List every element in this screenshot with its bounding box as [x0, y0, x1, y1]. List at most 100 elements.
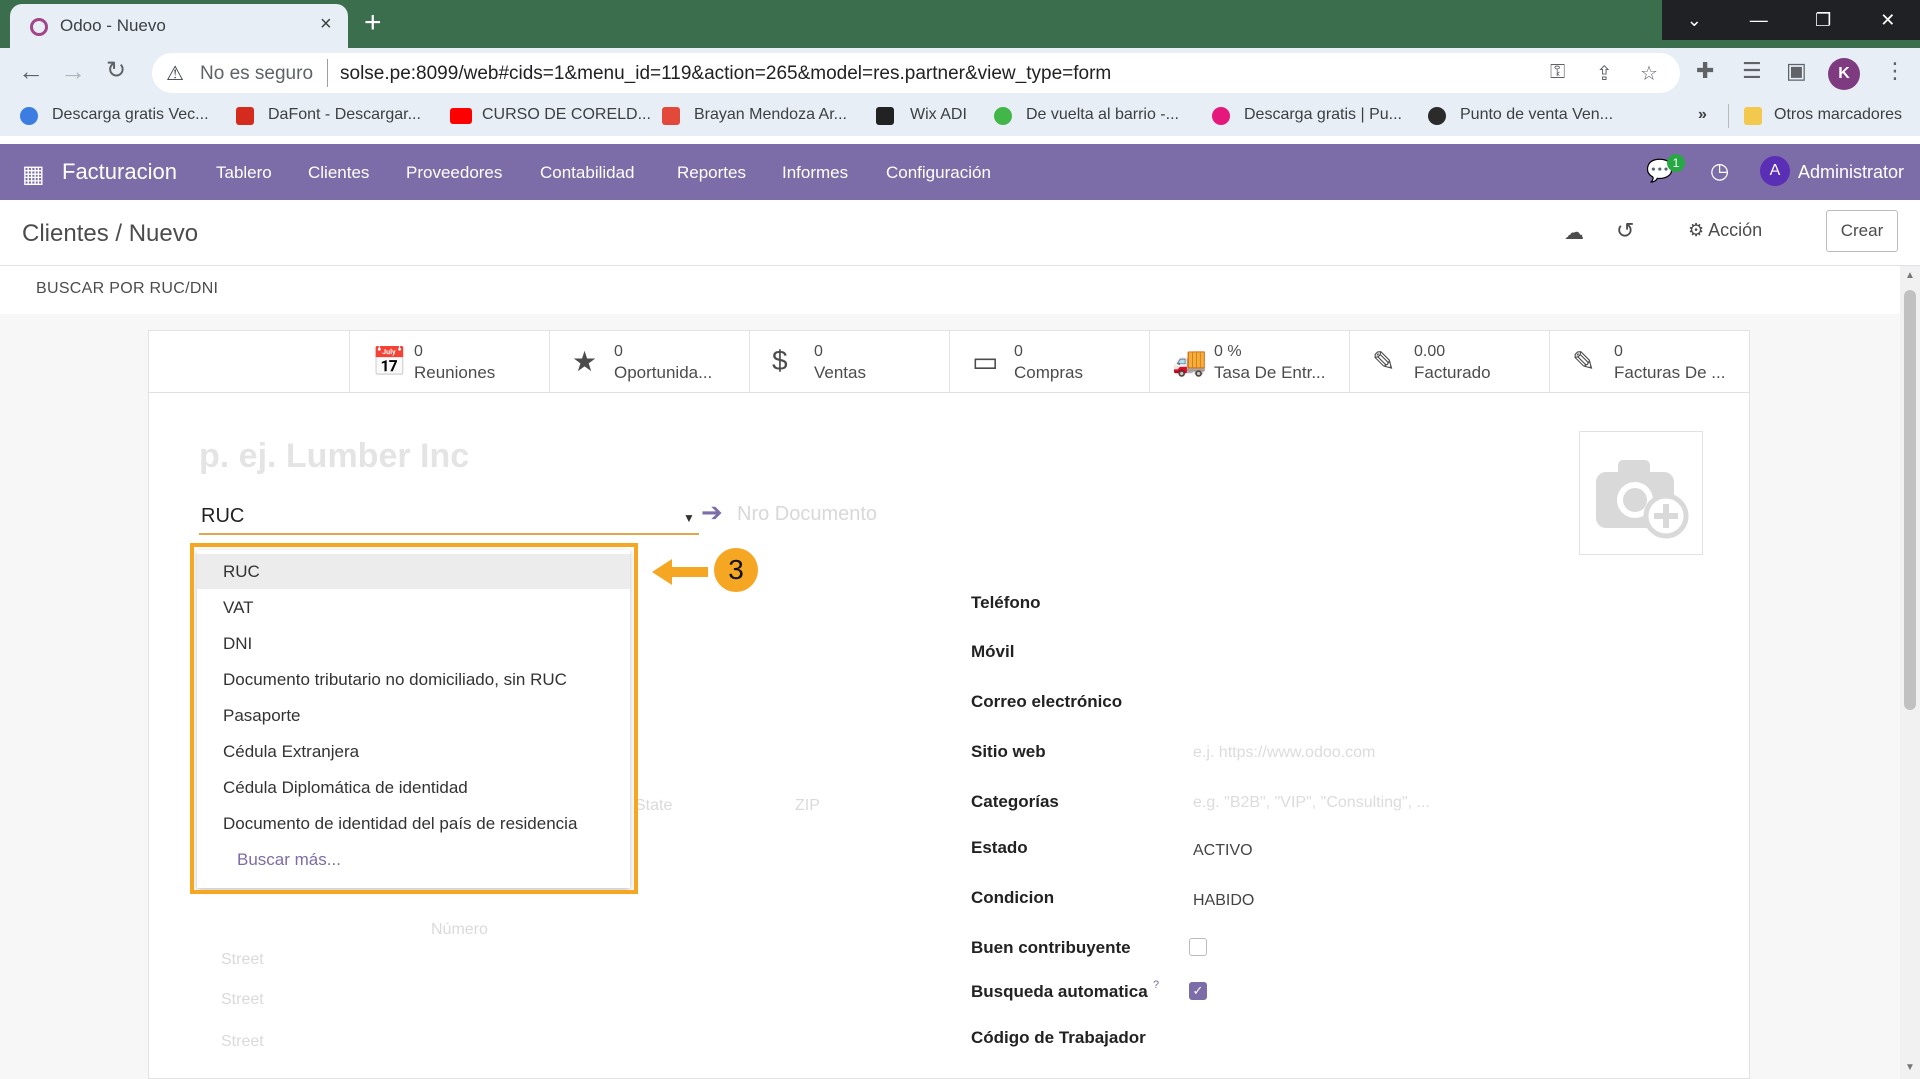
- discard-icon[interactable]: ↺: [1616, 218, 1634, 244]
- bookmark-favicon-icon: [20, 107, 38, 125]
- edit-icon: ✎: [1572, 346, 1596, 377]
- tab-close-icon[interactable]: ×: [320, 13, 332, 36]
- odoo-favicon-icon: [30, 18, 48, 36]
- bookmark-item[interactable]: Punto de venta Ven...: [1460, 106, 1613, 124]
- caret-down-icon[interactable]: ▼: [683, 511, 695, 525]
- document-type-select[interactable]: RUC ▼: [199, 501, 699, 535]
- menu-configuracion[interactable]: Configuración: [886, 163, 991, 183]
- numero-input[interactable]: Número: [431, 921, 488, 939]
- smart-value: 0: [1614, 343, 1623, 360]
- partner-image-upload[interactable]: [1579, 431, 1703, 555]
- bookmark-item[interactable]: CURSO DE CORELD...: [482, 106, 651, 124]
- forward-icon[interactable]: →: [60, 56, 86, 87]
- smart-label: Oportunida...: [614, 363, 713, 382]
- bookmark-item[interactable]: De vuelta al barrio -...: [1026, 106, 1179, 124]
- breadcrumb[interactable]: Clientes / Nuevo: [22, 220, 198, 248]
- new-tab-button[interactable]: +: [364, 6, 382, 40]
- wix-icon: [876, 107, 894, 125]
- restore-icon[interactable]: ❐: [1791, 0, 1856, 40]
- menu-tablero[interactable]: Tablero: [216, 163, 272, 183]
- smart-button-oportunidades[interactable]: ★ 0 Oportunida...: [549, 331, 749, 393]
- estado-label: Estado: [971, 838, 1028, 857]
- share-icon[interactable]: ⇪: [1596, 61, 1613, 86]
- bookmark-item[interactable]: Descarga gratis | Pu...: [1244, 106, 1402, 124]
- menu-proveedores[interactable]: Proveedores: [406, 163, 502, 183]
- bookmark-favicon-icon: [1428, 107, 1446, 125]
- key-icon[interactable]: ⚿: [1550, 61, 1565, 84]
- back-icon[interactable]: ←: [18, 56, 44, 87]
- smart-spacer: [149, 331, 349, 393]
- profile-avatar[interactable]: K: [1828, 58, 1860, 90]
- bookmark-item[interactable]: Wix ADI: [910, 106, 967, 124]
- action-button[interactable]: ⚙ Acción: [1688, 220, 1762, 241]
- close-window-icon[interactable]: ✕: [1856, 0, 1920, 40]
- form-statusbar: BUSCAR POR RUC/DNI: [0, 266, 1900, 314]
- address-bar[interactable]: ⚠ No es seguro solse.pe:8099/web#cids=1&…: [152, 53, 1680, 93]
- activity-clock-icon[interactable]: ◷: [1710, 158, 1729, 184]
- user-name[interactable]: Administrator: [1798, 162, 1904, 183]
- smart-label: Ventas: [814, 363, 866, 382]
- smart-button-tasa-entrega[interactable]: 🚚 0 % Tasa De Entr...: [1149, 331, 1349, 393]
- save-cloud-icon[interactable]: ☁: [1564, 220, 1584, 245]
- scroll-down-icon[interactable]: ▼: [1905, 1062, 1915, 1073]
- document-number-input[interactable]: Nro Documento: [737, 503, 877, 526]
- bookmark-favicon-icon: [236, 107, 254, 125]
- chat-badge: 1: [1667, 154, 1685, 172]
- smart-button-facturas[interactable]: ✎ 0 Facturas De ...: [1549, 331, 1749, 393]
- busqueda-automatica-checkbox[interactable]: ✓: [1189, 982, 1207, 1000]
- street-input[interactable]: Street: [221, 951, 264, 969]
- menu-clientes[interactable]: Clientes: [308, 163, 369, 183]
- smart-button-reuniones[interactable]: 📅 0 Reuniones: [349, 331, 549, 393]
- partner-name-input[interactable]: p. ej. Lumber Inc: [199, 437, 469, 476]
- camera-plus-icon: [1596, 460, 1689, 539]
- scroll-thumb[interactable]: [1904, 290, 1916, 710]
- busqueda-automatica-label: Busqueda automatica: [971, 982, 1148, 1001]
- app-brand[interactable]: Facturacion: [62, 159, 177, 185]
- reading-list-icon[interactable]: ☰: [1742, 58, 1762, 84]
- page-scrollbar[interactable]: ▲ ▼: [1900, 266, 1920, 1079]
- star-icon[interactable]: ☆: [1640, 61, 1658, 86]
- help-tooltip-icon[interactable]: ?: [1153, 979, 1159, 991]
- menu-reportes[interactable]: Reportes: [677, 163, 746, 183]
- scroll-up-icon[interactable]: ▲: [1905, 270, 1915, 281]
- categorias-input[interactable]: e.g. "B2B", "VIP", "Consulting", ...: [1193, 794, 1430, 812]
- window-controls: ⌄ — ❐ ✕: [1662, 0, 1920, 40]
- correo-label: Correo electrónico: [971, 692, 1123, 711]
- menu-contabilidad[interactable]: Contabilidad: [540, 163, 635, 183]
- smart-button-compras[interactable]: ▭ 0 Compras: [949, 331, 1149, 393]
- not-secure-label[interactable]: No es seguro: [200, 63, 313, 85]
- smart-button-ventas[interactable]: $ 0 Ventas: [749, 331, 949, 393]
- street3-input[interactable]: Street: [221, 1033, 264, 1051]
- bookmark-item[interactable]: Brayan Mendoza Ar...: [694, 106, 847, 124]
- minimize-icon[interactable]: —: [1727, 0, 1792, 40]
- search-ruc-button[interactable]: BUSCAR POR RUC/DNI: [36, 280, 218, 298]
- smart-button-facturado[interactable]: ✎ 0.00 Facturado: [1349, 331, 1549, 393]
- buen-contribuyente-checkbox[interactable]: [1189, 938, 1207, 956]
- arrow-right-icon[interactable]: ➔: [701, 497, 723, 528]
- menu-informes[interactable]: Informes: [782, 163, 848, 183]
- browser-menu-icon[interactable]: ⋮: [1884, 58, 1906, 84]
- create-button[interactable]: Crear: [1826, 210, 1898, 252]
- step-number-badge: 3: [714, 548, 758, 592]
- other-bookmarks[interactable]: Otros marcadores: [1774, 106, 1902, 124]
- smart-label: Compras: [1014, 363, 1083, 382]
- state-input[interactable]: State: [635, 797, 672, 815]
- sitio-web-input[interactable]: e.j. https://www.odoo.com: [1193, 744, 1375, 762]
- warning-icon[interactable]: ⚠: [166, 61, 184, 86]
- side-panel-icon[interactable]: ▣: [1786, 58, 1807, 84]
- browser-tab[interactable]: Odoo - Nuevo ×: [10, 4, 348, 48]
- tab-search-icon[interactable]: ⌄: [1662, 0, 1727, 40]
- zip-input[interactable]: ZIP: [795, 797, 820, 815]
- bookmark-item[interactable]: DaFont - Descargar...: [268, 106, 421, 124]
- street2-input[interactable]: Street: [221, 991, 264, 1009]
- extensions-icon[interactable]: ✚: [1696, 58, 1714, 84]
- condicion-value[interactable]: HABIDO: [1193, 892, 1254, 910]
- user-avatar[interactable]: A: [1760, 156, 1790, 186]
- tab-title: Odoo - Nuevo: [60, 16, 166, 35]
- reload-icon[interactable]: ↻: [106, 56, 126, 85]
- url-text[interactable]: solse.pe:8099/web#cids=1&menu_id=119&act…: [340, 63, 1111, 85]
- estado-value[interactable]: ACTIVO: [1193, 842, 1253, 860]
- bookmarks-overflow[interactable]: »: [1698, 106, 1707, 124]
- apps-grid-icon[interactable]: ▦: [22, 160, 45, 189]
- bookmark-item[interactable]: Descarga gratis Vec...: [52, 106, 209, 124]
